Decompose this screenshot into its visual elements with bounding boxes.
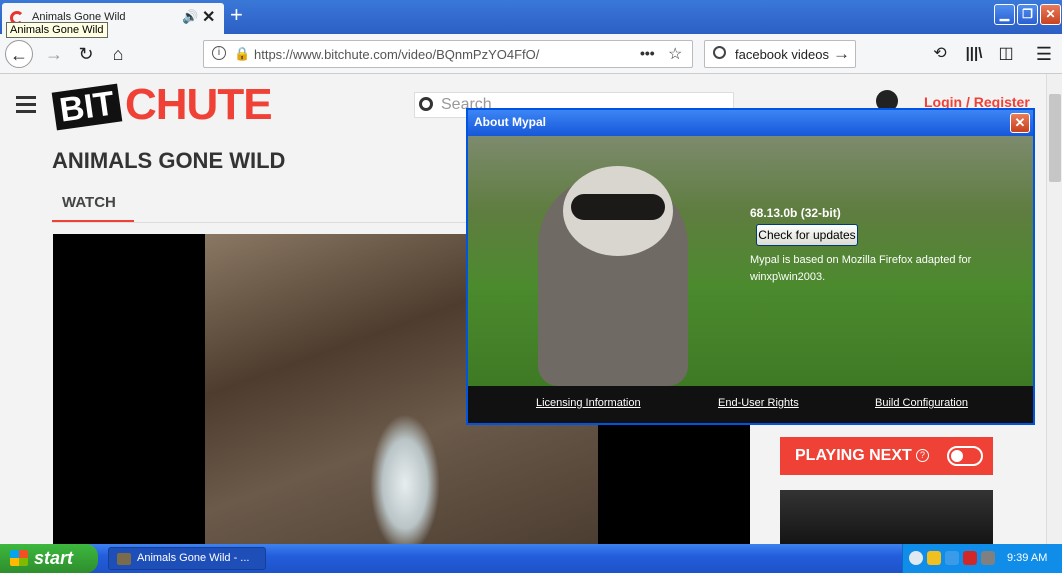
clock: 9:39 AM: [1007, 552, 1048, 564]
search-go-icon[interactable]: →: [833, 44, 850, 64]
window-close-button[interactable]: ✕: [1040, 4, 1061, 25]
search-icon: [713, 46, 726, 59]
about-description: Mypal is based on Mozilla Firefox adapte…: [750, 254, 972, 283]
check-updates-button[interactable]: Check for updates: [756, 224, 858, 246]
about-titlebar[interactable]: About Mypal ✕: [468, 110, 1033, 136]
library-icon[interactable]: |||\: [960, 40, 988, 68]
tab-close-icon[interactable]: ✕: [202, 7, 215, 27]
about-background-image: 68.13.0b (32-bit) Check for updates Mypa…: [468, 136, 1033, 386]
speaker-icon[interactable]: 🔊: [182, 9, 198, 25]
back-button[interactable]: ←: [5, 40, 33, 68]
antivirus-icon[interactable]: [963, 551, 977, 565]
forward-button[interactable]: →: [40, 40, 68, 68]
home-button[interactable]: ⌂: [104, 40, 132, 68]
bookmark-star-icon[interactable]: ☆: [668, 44, 682, 64]
end-user-rights-link[interactable]: End-User Rights: [718, 397, 799, 409]
video-title: ANIMALS GONE WILD: [52, 148, 286, 173]
version-text: 68.13.0b (32-bit): [750, 206, 841, 220]
tray-collapse-icon[interactable]: [909, 551, 923, 565]
next-video-thumbnail[interactable]: [780, 490, 993, 544]
scrollbar-thumb[interactable]: [1049, 94, 1061, 182]
about-dialog: About Mypal ✕ 68.13.0b (32-bit) Check fo…: [466, 108, 1035, 425]
about-close-button[interactable]: ✕: [1010, 113, 1030, 133]
download-icon[interactable]: [945, 551, 959, 565]
hamburger-menu-icon[interactable]: [16, 96, 36, 117]
tab-tooltip: Animals Gone Wild: [6, 22, 108, 38]
build-configuration-link[interactable]: Build Configuration: [875, 397, 968, 409]
search-bar[interactable]: facebook videos →: [704, 40, 856, 68]
windows-logo-icon: [10, 550, 28, 566]
autoplay-toggle[interactable]: [947, 446, 983, 466]
logo-chute[interactable]: CHUTE: [125, 80, 273, 130]
reload-button[interactable]: ↻: [72, 40, 100, 68]
playing-next-label: PLAYING NEXT: [795, 447, 912, 464]
system-tray: 9:39 AM: [902, 544, 1062, 573]
about-title: About Mypal: [474, 115, 546, 129]
playing-next-bar: PLAYING NEXT ?: [780, 437, 993, 475]
start-label: start: [34, 548, 74, 568]
sidebar-icon[interactable]: ◫: [992, 40, 1020, 68]
restore-button[interactable]: ❐: [1017, 4, 1038, 25]
security-shield-icon[interactable]: [927, 551, 941, 565]
lock-icon: 🔒: [234, 46, 251, 61]
info-icon[interactable]: i: [212, 46, 226, 60]
page-scrollbar[interactable]: [1046, 74, 1062, 544]
minimize-button[interactable]: ▁: [994, 4, 1015, 25]
mypal-icon: [117, 553, 131, 565]
site-search-icon: [419, 97, 433, 111]
licensing-link[interactable]: Licensing Information: [536, 397, 641, 409]
menu-icon[interactable]: ☰: [1030, 40, 1058, 68]
history-icon[interactable]: ⟲: [926, 40, 954, 68]
start-button[interactable]: start: [0, 544, 98, 573]
raccoon-mask: [571, 194, 665, 220]
taskbar-item-label: Animals Gone Wild - ...: [137, 552, 250, 564]
page-actions-icon[interactable]: •••: [640, 45, 655, 61]
navigation-toolbar: ← → ↻ ⌂ i 🔒 https://www.bitchute.com/vid…: [0, 34, 1062, 74]
url-bar[interactable]: i 🔒 https://www.bitchute.com/video/BQnmP…: [203, 40, 693, 68]
url-text[interactable]: https://www.bitchute.com/video/BQnmPzYO4…: [254, 47, 539, 62]
vm-icon[interactable]: [981, 551, 995, 565]
taskbar: start Animals Gone Wild - ... 9:39 AM: [0, 544, 1062, 573]
search-input[interactable]: facebook videos: [735, 47, 829, 62]
tab-watch[interactable]: WATCH: [52, 184, 134, 222]
taskbar-item-browser[interactable]: Animals Gone Wild - ...: [108, 547, 266, 570]
logo-bit[interactable]: BIT: [51, 83, 123, 131]
tab-watch-label: WATCH: [62, 194, 116, 211]
about-links-bar: Licensing Information End-User Rights Bu…: [468, 386, 1033, 423]
tab-bar: Animals Gone Wild 🔊 ✕ + ▁ ❐ ✕: [0, 0, 1062, 34]
help-icon[interactable]: ?: [916, 449, 929, 462]
new-tab-button[interactable]: +: [230, 2, 243, 28]
video-subject: [370, 414, 440, 544]
